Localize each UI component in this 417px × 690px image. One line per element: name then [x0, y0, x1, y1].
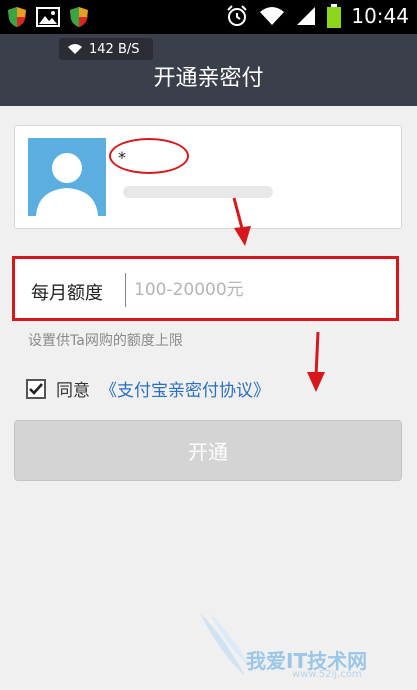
contact-card: *: [14, 125, 402, 229]
page-title: 开通亲密付: [153, 66, 264, 91]
arrow-down-icon: [307, 331, 325, 392]
signal-icon: [297, 7, 316, 25]
quota-hint: 设置供Ta网购的额度上限: [28, 333, 183, 349]
arrow-down-icon: [232, 197, 251, 246]
status-bar: 10:44: [0, 0, 417, 34]
title-bar: 142 B/S 开通亲密付: [0, 34, 417, 106]
network-speed: 142 B/S: [89, 41, 140, 57]
watermark-url: www.52ij.com: [292, 669, 362, 680]
check-icon: [29, 382, 43, 395]
agreement-link[interactable]: 《支付宝亲密付协议》: [100, 376, 270, 401]
avatar: [28, 138, 106, 216]
activate-button[interactable]: 开通: [14, 420, 402, 481]
network-speed-overlay: 142 B/S: [59, 38, 153, 60]
notification-icons: [6, 6, 90, 28]
clock: 10:44: [351, 4, 409, 28]
highlight-ellipse: [109, 138, 189, 174]
image-icon: [36, 7, 60, 27]
monthly-quota-field: 每月额度: [12, 256, 399, 321]
wifi-icon: [260, 7, 285, 25]
system-icons: 10:44: [225, 4, 409, 28]
battery-icon: [327, 4, 342, 28]
person-icon: [36, 153, 98, 216]
wifi-icon: [68, 44, 82, 54]
shield-icon: [8, 7, 26, 27]
alarm-icon: [227, 5, 248, 26]
agreement-row: 同意 《支付宝亲密付协议》: [26, 376, 270, 401]
agree-label: 同意: [56, 381, 90, 401]
quota-input[interactable]: [125, 273, 384, 307]
quota-label: 每月额度: [31, 283, 103, 304]
shield-icon: [70, 7, 88, 27]
agree-checkbox[interactable]: [26, 378, 46, 399]
